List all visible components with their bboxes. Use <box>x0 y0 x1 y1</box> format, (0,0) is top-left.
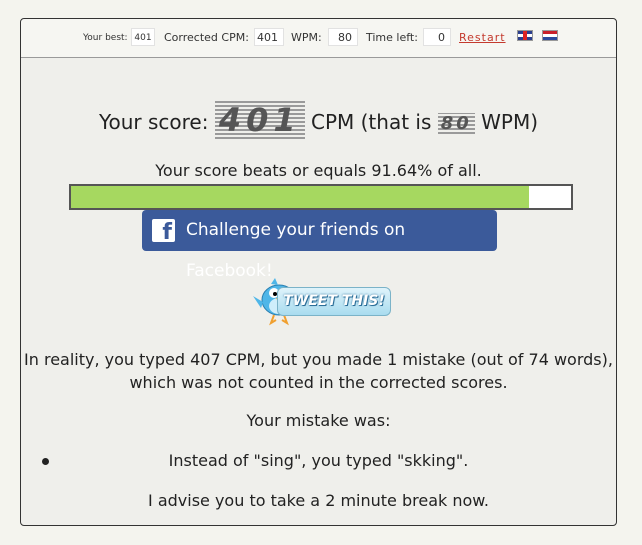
wpm-unit: WPM) <box>481 110 539 134</box>
time-left-value: 0 <box>423 28 451 46</box>
wpm-score: 80 <box>437 113 475 134</box>
cpm-unit: CPM (that is <box>310 110 432 134</box>
cpm-score: 401 <box>214 101 305 139</box>
dutch-flag-icon[interactable] <box>542 30 558 41</box>
corrected-cpm-value: 401 <box>254 28 284 46</box>
wpm-label: WPM: <box>291 31 322 44</box>
percentile-bar <box>69 184 573 210</box>
reality-note: In reality, you typed 407 CPM, but you m… <box>24 350 613 392</box>
restart-link[interactable]: Restart <box>459 19 506 57</box>
facebook-challenge-button[interactable]: f Challenge your friends on Facebook! <box>142 210 497 281</box>
advice-text: I advise you to take a 2 minute break no… <box>148 491 489 510</box>
best-label: Your best: <box>83 33 128 43</box>
facebook-icon: f <box>152 219 175 245</box>
results-content: Your score: 401 CPM (that is 80 WPM) You… <box>21 57 616 525</box>
english-flag-icon[interactable] <box>517 30 533 41</box>
wpm-value: 80 <box>328 28 358 46</box>
time-left-label: Time left: <box>366 31 418 44</box>
best-value: 401 <box>131 28 155 46</box>
stats-toolbar: Your best: 401 Corrected CPM: 401 WPM: 8… <box>21 19 616 58</box>
tweet-button[interactable]: TWEET THIS! <box>249 268 391 326</box>
results-panel: Your best: 401 Corrected CPM: 401 WPM: 8… <box>20 18 617 526</box>
percentile-text: Your score beats or equals 91.64% of all… <box>155 161 482 180</box>
corrected-cpm-label: Corrected CPM: <box>164 31 249 44</box>
mistake-item: Instead of "sing", you typed "skking". <box>168 451 469 470</box>
score-prefix: Your score: <box>98 110 209 134</box>
percentile-bar-fill <box>71 186 530 208</box>
tweet-button-label: TWEET THIS! <box>277 287 391 316</box>
mistake-heading: Your mistake was: <box>246 411 391 430</box>
score-line: Your score: 401 CPM (that is 80 WPM) <box>21 101 616 139</box>
